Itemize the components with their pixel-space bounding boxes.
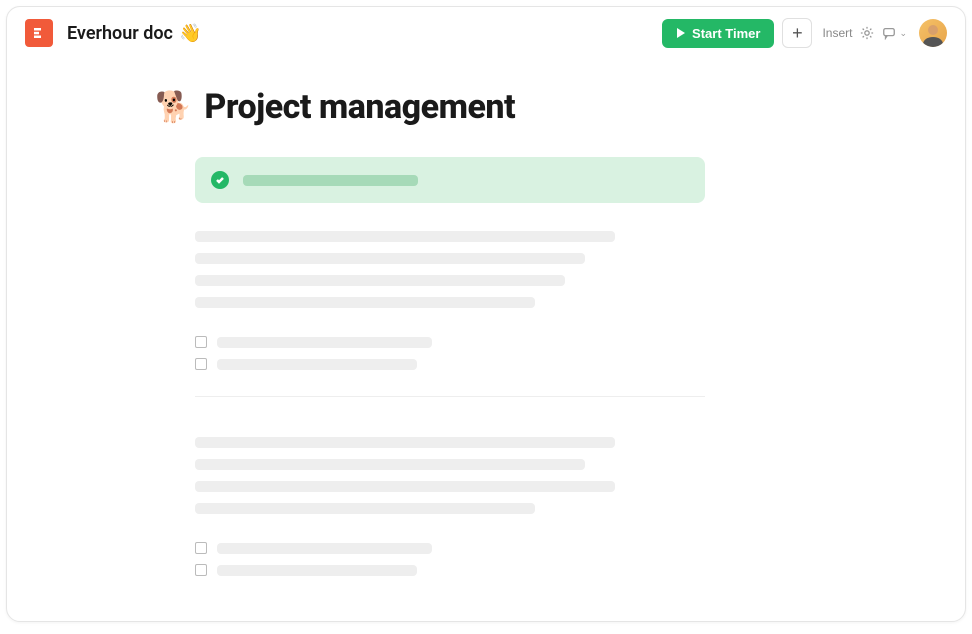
user-avatar[interactable] <box>919 19 947 47</box>
logo-icon <box>31 25 47 41</box>
chevron-down-icon: ⌄ <box>899 28 907 39</box>
checklist-text-placeholder <box>217 543 432 554</box>
checkbox[interactable] <box>195 564 207 576</box>
checklist-item[interactable] <box>195 358 705 370</box>
start-timer-label: Start Timer <box>692 26 760 41</box>
insert-label: Insert <box>822 26 852 40</box>
text-placeholder-line <box>195 437 615 448</box>
plus-icon: + <box>792 23 803 44</box>
text-placeholder-line <box>195 297 535 308</box>
text-placeholder-line <box>195 481 615 492</box>
page-heading[interactable]: 🐕 Project management <box>155 87 965 127</box>
checklist-item[interactable] <box>195 336 705 348</box>
comments-button[interactable]: ⌄ <box>882 26 907 40</box>
checklist-item[interactable] <box>195 542 705 554</box>
text-placeholder-line <box>195 459 585 470</box>
page-title: Project management <box>204 87 515 127</box>
checkbox[interactable] <box>195 336 207 348</box>
success-callout[interactable] <box>195 157 705 203</box>
text-placeholder-line <box>195 503 535 514</box>
checklist-item[interactable] <box>195 564 705 576</box>
checkbox[interactable] <box>195 542 207 554</box>
text-placeholder-line <box>195 275 565 286</box>
doc-title[interactable]: Everhour doc 👋 <box>67 23 201 44</box>
checklist-text-placeholder <box>217 565 417 576</box>
checklist-block <box>195 336 705 370</box>
chat-icon <box>882 26 896 40</box>
play-icon <box>676 28 686 38</box>
start-timer-button[interactable]: Start Timer <box>662 19 774 48</box>
add-button[interactable]: + <box>782 18 812 48</box>
settings-button[interactable] <box>860 26 874 40</box>
text-placeholder-line <box>195 231 615 242</box>
checklist-text-placeholder <box>217 337 432 348</box>
check-circle-icon <box>211 171 229 189</box>
callout-placeholder-text <box>243 175 418 186</box>
wave-emoji: 👋 <box>179 23 201 44</box>
gear-icon <box>860 26 874 40</box>
checklist-block <box>195 542 705 576</box>
inner-content <box>195 157 705 576</box>
app-frame: Everhour doc 👋 Start Timer + Insert ⌄ <box>6 6 966 622</box>
dog-emoji: 🐕 <box>155 90 192 125</box>
divider <box>195 396 705 397</box>
app-logo[interactable] <box>25 19 53 47</box>
insert-button[interactable]: Insert <box>822 26 852 40</box>
document-content: 🐕 Project management <box>7 59 965 621</box>
text-placeholder-line <box>195 253 585 264</box>
doc-title-text: Everhour doc <box>67 23 173 44</box>
checklist-text-placeholder <box>217 359 417 370</box>
paragraph-block[interactable] <box>195 437 705 514</box>
paragraph-block[interactable] <box>195 231 705 308</box>
header: Everhour doc 👋 Start Timer + Insert ⌄ <box>7 7 965 59</box>
checkbox[interactable] <box>195 358 207 370</box>
